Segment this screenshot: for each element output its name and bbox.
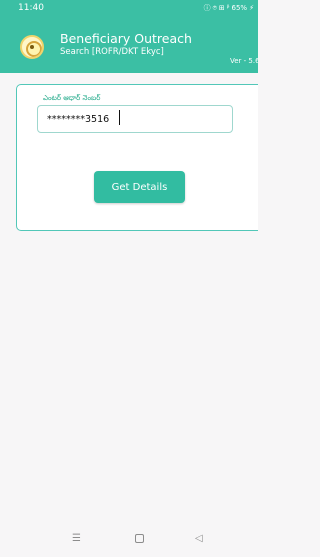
battery-percent: 65% <box>231 4 248 12</box>
menu-icon[interactable]: ☰ <box>72 533 81 545</box>
location-icon: ⌾ <box>212 4 217 12</box>
home-icon[interactable] <box>135 534 144 543</box>
vibrate-icon: ⊞ <box>218 4 225 12</box>
app-subtitle: Search [ROFR/DKT Ekyc] <box>60 47 164 57</box>
charging-icon: ⚡ <box>249 4 254 12</box>
app-title: Beneficiary Outreach <box>60 31 192 46</box>
text-caret <box>119 110 120 125</box>
app-header: 11:40 ⓘ ⌾ ⊞ ᵝ 65% ⚡ Beneficiary Outreach… <box>0 0 258 73</box>
status-time: 11:40 <box>18 3 44 13</box>
status-icons: ⓘ ⌾ ⊞ ᵝ 65% ⚡ <box>204 0 254 16</box>
government-seal-logo <box>20 35 44 59</box>
app-screen: 11:40 ⓘ ⌾ ⊞ ᵝ 65% ⚡ Beneficiary Outreach… <box>0 0 258 557</box>
get-details-button[interactable]: Get Details <box>94 171 185 203</box>
signal-icon: ᵝ <box>226 4 230 12</box>
headset-icon: ⓘ <box>203 4 211 12</box>
aadhaar-label: ఎంటర్ ఆధార్ నెంబర్ <box>43 94 101 102</box>
aadhaar-input[interactable] <box>37 105 233 133</box>
status-bar: 11:40 ⓘ ⌾ ⊞ ᵝ 65% ⚡ <box>0 0 258 16</box>
app-version: Ver - 5.6 <box>230 57 258 65</box>
android-navigation-bar: ☰ ◁ <box>0 523 258 557</box>
back-icon[interactable]: ◁ <box>195 533 203 545</box>
